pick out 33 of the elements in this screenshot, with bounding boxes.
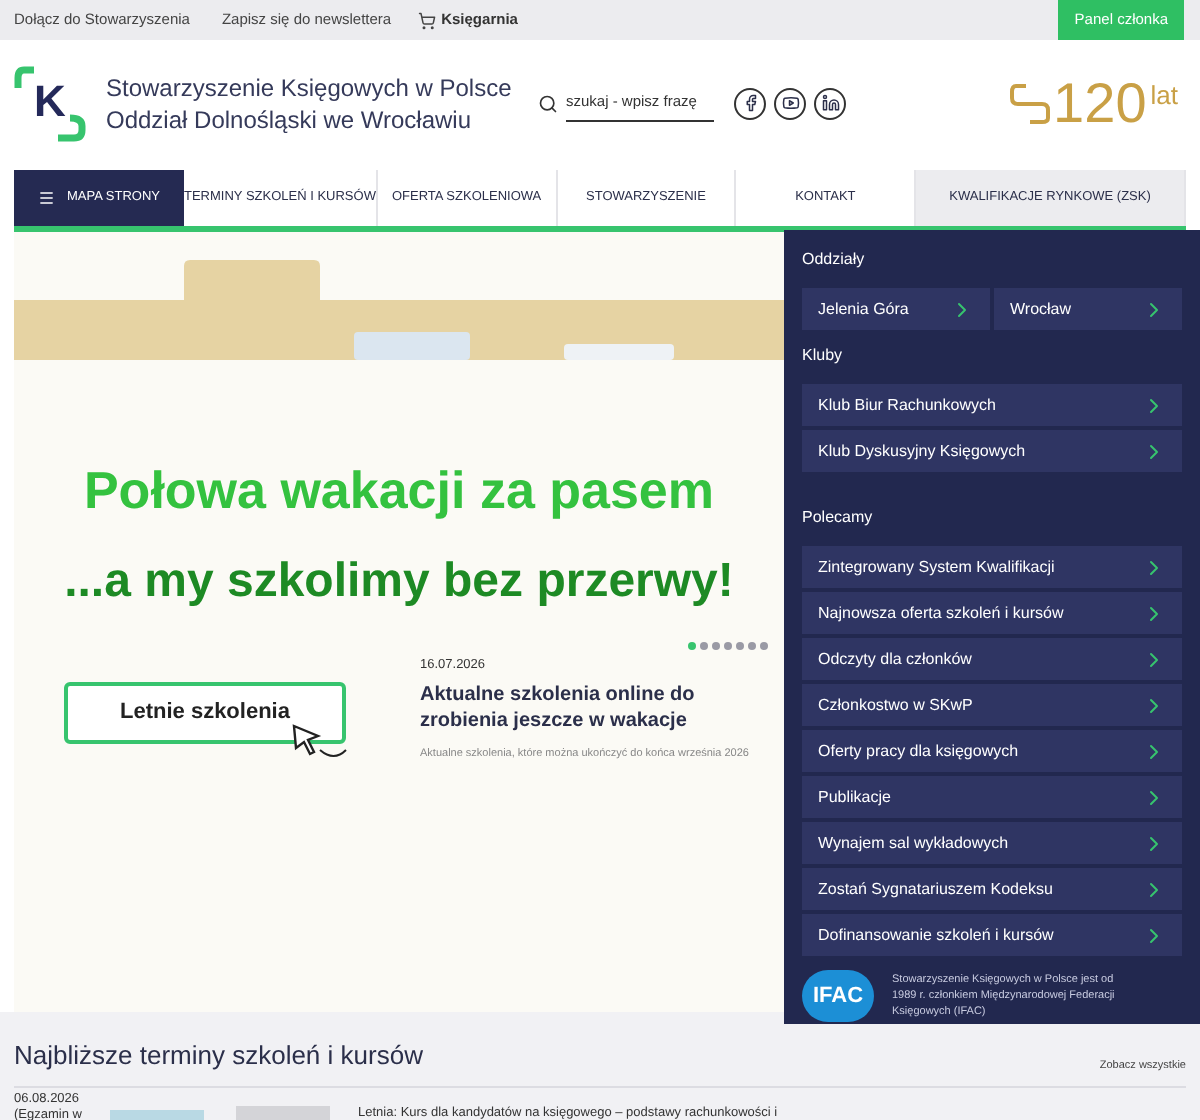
menu-icon [38, 188, 56, 208]
panel-menu-item[interactable]: Publikacje [802, 776, 1182, 818]
panel-menu-item[interactable]: Klub Dyskusyjny Księgowych [802, 430, 1182, 472]
linkedin-icon[interactable] [814, 87, 846, 119]
search-icon [538, 93, 558, 113]
panel-menu-item[interactable]: Klub Biur Rachunkowych [802, 384, 1182, 426]
banner-headline: Połowa wakacji za pasem [83, 458, 715, 524]
panel-menu-item[interactable]: Najnowsza oferta szkoleń i kursów [802, 592, 1182, 634]
panel-section-title: Polecamy [802, 506, 875, 530]
panel-menu-item[interactable]: Jelenia Góra [802, 288, 990, 330]
thumbnail-placeholder [236, 1105, 330, 1120]
panel-menu-item[interactable]: Wrocław [994, 288, 1182, 330]
summer-courses-button[interactable]: Letnie szkolenia [64, 682, 346, 744]
youtube-icon[interactable] [774, 87, 806, 119]
panel-section-title: Oddziały [802, 248, 867, 272]
organization-name: Oddział Dolnośląski we Wrocławiu [106, 103, 474, 135]
panel-section-title: Kluby [802, 344, 845, 368]
panel-menu-item[interactable]: Dofinansowanie szkoleń i kursów [802, 914, 1182, 956]
slide-title[interactable]: Aktualne szkolenia online do zrobienia jeszcze w wakacje [420, 681, 780, 734]
logo: K [14, 63, 86, 143]
cart-icon [417, 11, 436, 29]
panel-menu-item[interactable]: Zintegrowany System Kwalifikacji [802, 546, 1182, 588]
panel-menu-item[interactable]: Członkostwo w SKwP [802, 684, 1182, 726]
panel-menu-item[interactable]: Zostań Sygnatariuszem Kodeksu [802, 868, 1182, 910]
banner-subline: ...a my szkolimy bez przerwy! [64, 552, 734, 612]
facebook-icon[interactable] [734, 87, 766, 119]
organization-name: Stowarzyszenie Księgowych w Polsce [106, 71, 506, 103]
panel-menu-item[interactable]: Wynajem sal wykładowych [802, 822, 1182, 864]
thumbnail-placeholder [110, 1109, 204, 1120]
panel-menu-item[interactable]: Odczyty dla członków [802, 638, 1182, 680]
ifac-logo: IFAC [802, 970, 874, 1022]
panel-menu-item[interactable]: Oferty pracy dla księgowych [802, 730, 1182, 772]
section-title: Najbliższe terminy szkoleń i kursów [14, 1038, 423, 1074]
